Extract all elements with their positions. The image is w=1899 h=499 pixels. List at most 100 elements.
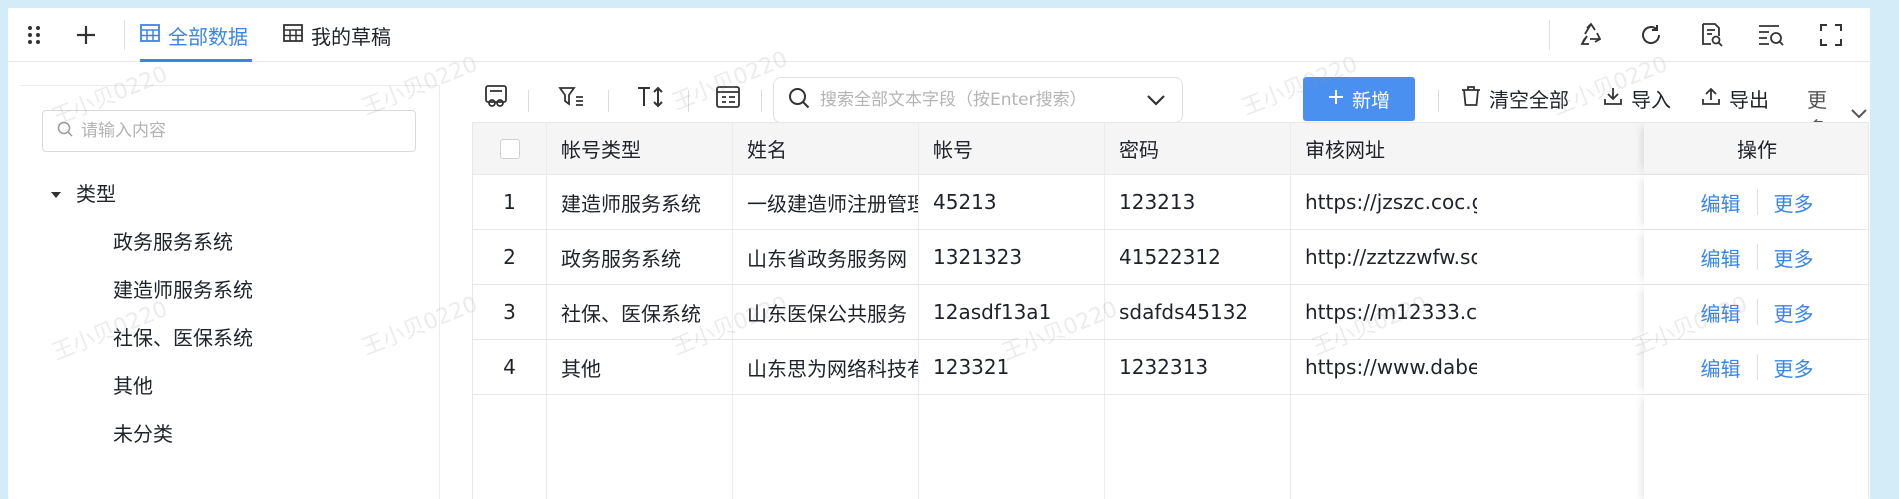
fullscreen-icon[interactable] xyxy=(1816,20,1846,50)
column-header[interactable]: 帐号类型 xyxy=(547,123,733,174)
table-header: 帐号类型 姓名 帐号 密码 审核网址 操作 xyxy=(473,123,1868,175)
tab-my-drafts[interactable]: 我的草稿 xyxy=(283,8,391,62)
search-icon xyxy=(57,121,73,141)
column-header[interactable]: 审核网址 xyxy=(1291,123,1477,174)
edit-link[interactable]: 编辑 xyxy=(1701,353,1741,382)
divider xyxy=(1756,354,1758,380)
import-button[interactable]: 导入 xyxy=(1603,84,1671,113)
table-search xyxy=(773,77,1183,123)
tree-item[interactable]: 社保、医保系统 xyxy=(113,322,253,351)
cell-url[interactable]: https://www.dabe xyxy=(1291,340,1477,394)
export-label: 导出 xyxy=(1729,88,1769,112)
select-all-cell xyxy=(473,123,547,174)
cell-account-type[interactable]: 政务服务系统 xyxy=(547,230,733,284)
cell-name[interactable]: 山东省政务服务网 xyxy=(733,230,919,284)
tree-item[interactable]: 建造师服务系统 xyxy=(113,274,253,303)
caret-down-icon xyxy=(50,181,62,205)
cell-url[interactable]: https://m12333.cn xyxy=(1291,285,1477,339)
cell-account[interactable]: 45213 xyxy=(919,175,1105,229)
cell-account-type[interactable]: 建造师服务系统 xyxy=(547,175,733,229)
sidebar-search-input[interactable] xyxy=(81,121,401,141)
table-row[interactable]: 3 社保、医保系统 山东医保公共服务 12asdf13a1 sdafds4513… xyxy=(473,285,1868,340)
drag-handle-icon[interactable] xyxy=(19,20,49,50)
table-row[interactable]: 1 建造师服务系统 一级建造师注册管理... 45213 123213 http… xyxy=(473,175,1868,230)
cell-name[interactable]: 山东思为网络科技有... xyxy=(733,340,919,394)
column-header[interactable]: 帐号 xyxy=(919,123,1105,174)
cell-password[interactable]: 41522312 xyxy=(1105,230,1291,284)
cell-account[interactable]: 1321323 xyxy=(919,230,1105,284)
search-icon xyxy=(788,87,810,113)
list-search-icon[interactable] xyxy=(1756,20,1786,50)
cell-url[interactable]: http://zztzzwfw.sc xyxy=(1291,230,1477,284)
divider xyxy=(124,20,125,50)
tree-root-type[interactable]: 类型 xyxy=(50,178,116,207)
table-row[interactable]: 4 其他 山东思为网络科技有... 123321 1232313 https:/… xyxy=(473,340,1868,395)
import-label: 导入 xyxy=(1631,88,1671,112)
download-icon xyxy=(1603,86,1623,111)
cell-account[interactable]: 123321 xyxy=(919,340,1105,394)
row-index: 2 xyxy=(473,230,547,284)
add-button[interactable]: 新增 xyxy=(1303,77,1415,121)
cell-password[interactable]: 1232313 xyxy=(1105,340,1291,394)
row-index: 1 xyxy=(473,175,547,229)
refresh-icon[interactable] xyxy=(1636,20,1666,50)
cell-password[interactable]: sdafds45132 xyxy=(1105,285,1291,339)
document-search-icon[interactable] xyxy=(1696,20,1726,50)
data-toolbar: 新增 清空全部 导入 导出 更多 xyxy=(473,72,1868,141)
column-header[interactable]: 密码 xyxy=(1105,123,1291,174)
divider xyxy=(1438,90,1439,112)
text-sort-icon[interactable] xyxy=(635,82,665,112)
more-link[interactable]: 更多 xyxy=(1774,298,1814,327)
edit-link[interactable]: 编辑 xyxy=(1701,188,1741,217)
empty-cell xyxy=(473,395,547,499)
tab-label: 我的草稿 xyxy=(311,24,391,49)
filter-icon[interactable] xyxy=(556,82,586,112)
tab-all-data[interactable]: 全部数据 xyxy=(140,8,252,62)
cell-password[interactable]: 123213 xyxy=(1105,175,1291,229)
divider xyxy=(1756,244,1758,270)
more-link[interactable]: 更多 xyxy=(1774,188,1814,217)
tree-root-label: 类型 xyxy=(76,182,116,206)
cell-name[interactable]: 一级建造师注册管理... xyxy=(733,175,919,229)
form-icon[interactable] xyxy=(713,82,743,112)
sidebar-search xyxy=(42,110,416,152)
recycle-icon[interactable] xyxy=(1576,20,1606,50)
divider xyxy=(688,90,689,112)
empty-ops xyxy=(1644,395,1868,499)
more-link[interactable]: 更多 xyxy=(1774,353,1814,382)
cell-account-type[interactable]: 其他 xyxy=(547,340,733,394)
divider xyxy=(761,90,762,112)
table-icon xyxy=(140,23,160,47)
chevron-down-icon[interactable] xyxy=(1146,92,1166,111)
cell-name[interactable]: 山东医保公共服务 xyxy=(733,285,919,339)
tree-item[interactable]: 其他 xyxy=(113,370,153,399)
export-button[interactable]: 导出 xyxy=(1701,84,1769,113)
clear-all-label: 清空全部 xyxy=(1489,88,1569,112)
empty-cell xyxy=(547,395,733,499)
column-header[interactable]: 姓名 xyxy=(733,123,919,174)
table-search-input[interactable] xyxy=(820,90,1140,110)
empty-table-area xyxy=(473,395,1868,499)
tab-label: 全部数据 xyxy=(168,24,248,49)
edit-link[interactable]: 编辑 xyxy=(1701,298,1741,327)
tree-item[interactable]: 未分类 xyxy=(113,418,173,447)
edit-link[interactable]: 编辑 xyxy=(1701,243,1741,272)
trash-icon xyxy=(1461,85,1481,112)
row-actions: 编辑 更多 xyxy=(1644,285,1868,339)
cell-account[interactable]: 12asdf13a1 xyxy=(919,285,1105,339)
data-table: 帐号类型 姓名 帐号 密码 审核网址 操作 1 建造师服务系统 一级建造师注册管… xyxy=(472,122,1869,499)
add-button-label: 新增 xyxy=(1351,89,1390,112)
table-row[interactable]: 2 政务服务系统 山东省政务服务网 1321323 41522312 http:… xyxy=(473,230,1868,285)
view-icon[interactable] xyxy=(481,82,511,112)
cell-url[interactable]: https://jzszc.coc.g xyxy=(1291,175,1477,229)
empty-cell xyxy=(733,395,919,499)
clear-all-button[interactable]: 清空全部 xyxy=(1461,84,1569,113)
add-tab-icon[interactable] xyxy=(71,20,101,50)
table-icon xyxy=(283,23,303,47)
empty-cell xyxy=(919,395,1105,499)
select-all-checkbox[interactable] xyxy=(499,138,520,159)
category-sidebar: 类型 政务服务系统 建造师服务系统 社保、医保系统 其他 未分类 xyxy=(20,85,440,499)
cell-account-type[interactable]: 社保、医保系统 xyxy=(547,285,733,339)
tree-item[interactable]: 政务服务系统 xyxy=(113,226,233,255)
more-link[interactable]: 更多 xyxy=(1774,243,1814,272)
